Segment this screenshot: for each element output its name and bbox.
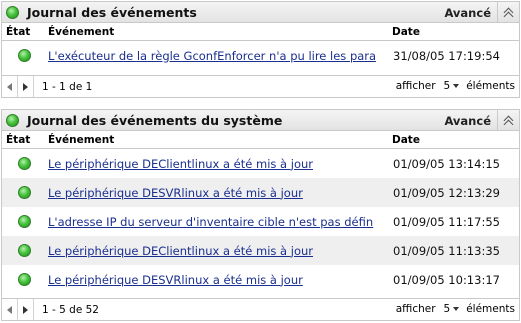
green-status-icon [17,215,31,228]
triangle-right-icon [23,305,28,314]
double-chevron-up-icon [503,115,515,126]
advanced-link[interactable]: Avancé [444,114,491,128]
system-event-log-panel: Journal des événements du système Avancé… [1,109,520,321]
items-label: éléments [466,303,515,315]
panel-header: Journal des événements Avancé [2,2,519,23]
panel-title: Journal des événements [27,4,197,20]
prev-page-button[interactable] [2,299,18,320]
event-date: 01/09/05 11:17:55 [393,214,500,229]
panel-header: Journal des événements du système Avancé [2,110,519,131]
collapse-button[interactable] [497,2,519,22]
page-size-select[interactable]: 5 [444,80,451,92]
green-status-icon [17,186,31,199]
triangle-down-icon[interactable] [453,307,460,311]
event-link[interactable]: L'exécuteur de la règle GconfEnforcer n'… [48,49,376,63]
column-date-header[interactable]: Date [388,26,420,38]
green-status-icon [17,273,31,286]
column-event-header[interactable]: Événement [46,26,388,38]
triangle-right-icon [23,82,28,91]
event-date: 01/09/05 11:13:35 [393,243,500,258]
column-state-header[interactable]: État [2,134,46,146]
green-status-icon [17,49,31,62]
items-label: éléments [466,80,515,92]
page-size-control: afficher 5 éléments [396,80,515,92]
event-date: 01/09/05 12:13:29 [393,185,500,200]
table-row: Le périphérique DEClientlinux a été mis … [2,149,519,178]
next-page-button[interactable] [18,299,34,320]
event-link[interactable]: Le périphérique DEClientlinux a été mis … [48,244,313,258]
event-link[interactable]: Le périphérique DESVRlinux a été mis à j… [48,273,303,287]
column-date-header[interactable]: Date [388,134,420,146]
collapse-button[interactable] [497,110,519,130]
pagination-range: 1 - 5 de 52 [42,303,99,316]
next-page-button[interactable] [18,76,34,97]
event-link[interactable]: Le périphérique DEClientlinux a été mis … [48,157,313,171]
pagination-footer: 1 - 5 de 52 afficher 5 éléments [2,298,519,320]
triangle-down-icon[interactable] [453,84,460,88]
column-state-header[interactable]: État [2,26,46,38]
event-date: 01/09/05 13:14:15 [393,156,500,171]
column-event-header[interactable]: Événement [46,134,388,146]
page-size-control: afficher 5 éléments [396,303,515,315]
event-link[interactable]: L'adresse IP du serveur d'inventaire cib… [48,215,373,229]
table-row: L'exécuteur de la règle GconfEnforcer n'… [2,41,519,70]
event-log-panel: Journal des événements Avancé État Événe… [1,1,520,98]
event-date: 01/09/05 10:13:17 [393,272,500,287]
green-status-icon [6,5,19,19]
green-status-icon [17,157,31,170]
green-status-icon [17,244,31,257]
table-row: Le périphérique DESVRlinux a été mis à j… [2,178,519,207]
table-row: L'adresse IP du serveur d'inventaire cib… [2,207,519,236]
panel-title: Journal des événements du système [27,112,283,128]
table-row: Le périphérique DESVRlinux a été mis à j… [2,265,519,294]
column-header-row: État Événement Date [2,23,519,41]
green-status-icon [6,113,19,127]
prev-page-button[interactable] [2,76,18,97]
column-header-row: État Événement Date [2,131,519,149]
event-date: 31/08/05 17:19:54 [393,48,500,63]
double-chevron-up-icon [503,7,515,18]
advanced-link[interactable]: Avancé [444,6,491,20]
show-label: afficher [395,80,436,92]
triangle-left-icon [7,82,12,91]
page-size-select[interactable]: 5 [444,303,451,315]
triangle-left-icon [7,305,12,314]
pagination-range: 1 - 1 de 1 [42,80,93,93]
event-link[interactable]: Le périphérique DESVRlinux a été mis à j… [48,186,303,200]
table-row: Le périphérique DEClientlinux a été mis … [2,236,519,265]
show-label: afficher [395,303,436,315]
pagination-footer: 1 - 1 de 1 afficher 5 éléments [2,75,519,97]
